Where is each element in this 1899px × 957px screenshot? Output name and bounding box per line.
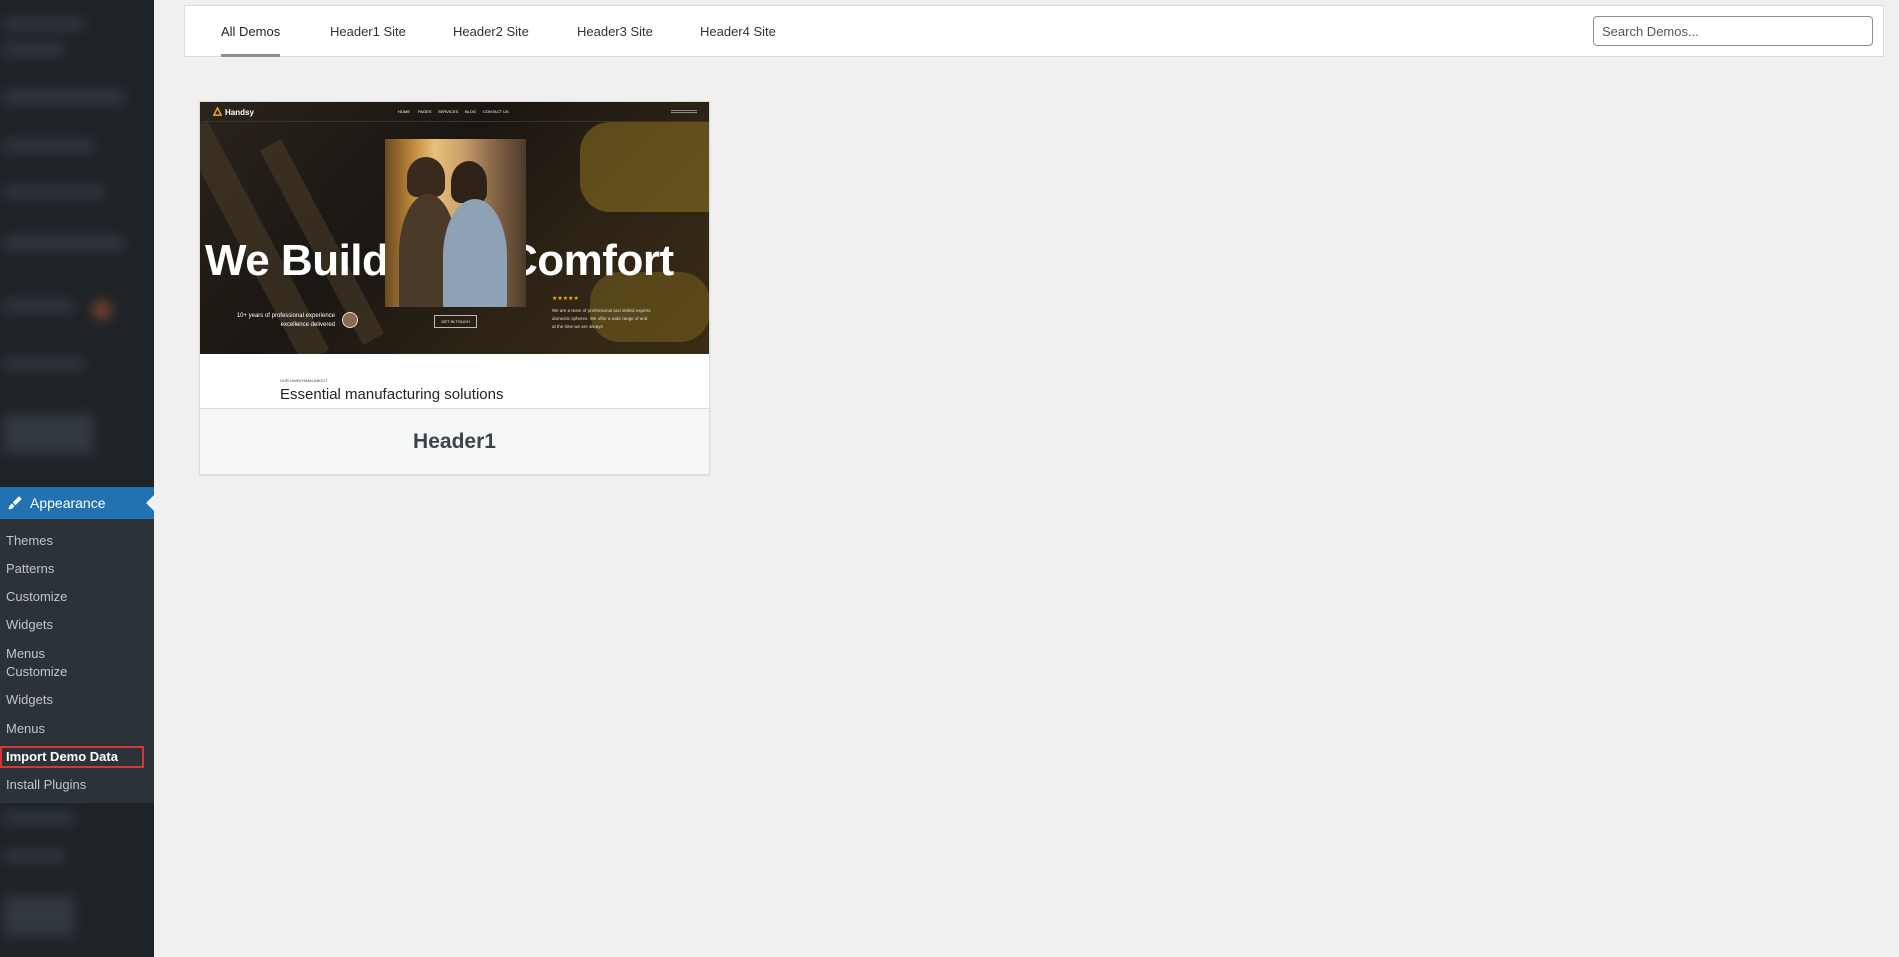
demo-preview-image: Handsy HOME PAGES SERVICES BLOG CONTACT … [200, 102, 709, 408]
blurred-menu-item [4, 186, 104, 198]
blurred-menu-item [4, 812, 74, 824]
blurred-menu-item [4, 896, 74, 936]
sidebar-item-label: Appearance [30, 495, 106, 511]
demo-card-title: Header1 [413, 429, 496, 453]
submenu-item-install-plugins[interactable]: Install Plugins [6, 777, 86, 793]
person-figure [443, 199, 507, 307]
submenu-item-themes[interactable]: Themes [6, 533, 53, 549]
demo-card-footer: Header1 [200, 408, 709, 474]
tab-header3-site[interactable]: Header3 Site [577, 24, 653, 39]
blurred-menu-item [4, 44, 64, 56]
blurred-notification-badge [92, 300, 112, 320]
highlight-annotation-box [0, 746, 144, 768]
rating-stars: ★★★★★ [552, 296, 579, 302]
preview-description: We are a team of professional and skille… [552, 308, 651, 329]
blurred-menu-item [4, 358, 84, 370]
hero-background-tool [580, 122, 709, 212]
brand-name: Handsy [225, 108, 254, 117]
preview-nav-link: CONTACT US [483, 109, 509, 114]
submenu-item-customize[interactable]: Customize [6, 589, 67, 605]
tab-header2-site[interactable]: Header2 Site [453, 24, 529, 39]
preview-nav-link: PAGES [418, 109, 432, 114]
blurred-menu-item [4, 300, 74, 312]
submenu-item-customize-2[interactable]: Customize [6, 664, 67, 680]
search-demos-input[interactable] [1593, 16, 1873, 46]
preview-nav-link: BLOG [465, 109, 477, 114]
blurred-menu-item [4, 850, 64, 862]
avatar [342, 312, 358, 328]
preview-nav-link: HOME [398, 109, 410, 114]
submenu-item-menus[interactable]: Menus [6, 646, 45, 662]
menu-lines-icon [671, 110, 697, 111]
blurred-menu-item [4, 140, 94, 152]
preview-photo [385, 139, 526, 307]
tab-all-demos[interactable]: All Demos [221, 24, 280, 39]
preview-hero: Handsy HOME PAGES SERVICES BLOG CONTACT … [200, 102, 709, 354]
preview-experience-text: 10+ years of professional experience exc… [236, 313, 335, 328]
blurred-menu-item [4, 90, 124, 104]
preview-about-label: OUR HANDYMAN ABOUT [280, 378, 328, 383]
brand-logo-icon [212, 106, 223, 118]
active-tab-indicator [221, 54, 280, 57]
submenu-item-widgets-2[interactable]: Widgets [6, 692, 53, 708]
current-menu-arrow [146, 495, 154, 511]
demo-filter-tabs: All Demos Header1 Site Header2 Site Head… [184, 5, 1884, 57]
submenu-item-patterns[interactable]: Patterns [6, 561, 54, 577]
blurred-menu-item [4, 18, 84, 30]
preview-navbar: Handsy HOME PAGES SERVICES BLOG CONTACT … [200, 102, 709, 122]
person-figure [451, 161, 487, 203]
preview-about-title: Essential manufacturing solutions [280, 386, 504, 403]
preview-nav-link: SERVICES [438, 109, 459, 114]
blurred-menu-item [4, 236, 124, 250]
admin-sidebar: Appearance Themes Patterns Customize Wid… [0, 0, 154, 957]
blurred-menu-item [4, 414, 94, 454]
sidebar-item-appearance[interactable]: Appearance [0, 487, 154, 519]
submenu-item-menus-2[interactable]: Menus [6, 721, 45, 737]
demo-card[interactable]: Handsy HOME PAGES SERVICES BLOG CONTACT … [199, 101, 710, 475]
preview-brand: Handsy [212, 106, 254, 118]
submenu-item-widgets[interactable]: Widgets [6, 617, 53, 633]
preview-cta-button: GET IN TOUCH [434, 315, 477, 328]
tab-header4-site[interactable]: Header4 Site [700, 24, 776, 39]
person-figure [407, 157, 445, 197]
tab-header1-site[interactable]: Header1 Site [330, 24, 406, 39]
paintbrush-icon [0, 494, 30, 512]
